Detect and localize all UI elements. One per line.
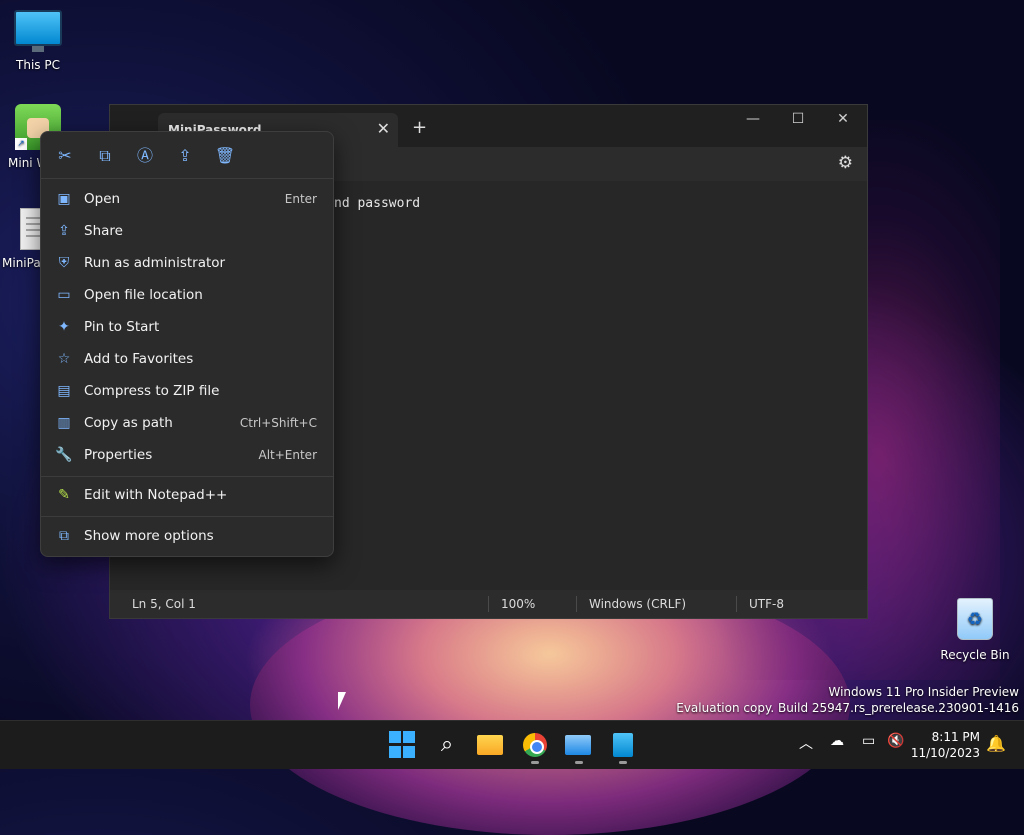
- menu-item-label: Open file location: [84, 287, 203, 303]
- menu-item-share[interactable]: ⇪ Share: [47, 216, 327, 246]
- onedrive-icon[interactable]: ☁: [830, 733, 844, 749]
- quick-actions-bar: ✂ ⧉ Ⓐ ⇪ 🗑: [41, 132, 333, 179]
- network-icon[interactable]: ▭: [862, 733, 875, 749]
- status-bar: Ln 5, Col 1 100% Windows (CRLF) UTF-8: [110, 590, 867, 618]
- chevron-up-icon[interactable]: ︿: [799, 733, 813, 753]
- menu-item-label: Edit with Notepad++: [84, 487, 228, 503]
- folder-icon: ▭: [57, 287, 71, 303]
- desktop-icon-label: This PC: [16, 58, 60, 72]
- new-tab-button[interactable]: +: [412, 117, 427, 138]
- clock-time: 8:11 PM: [931, 730, 980, 744]
- menu-item-label: Run as administrator: [84, 255, 226, 271]
- running-indicator: [575, 761, 583, 764]
- desktop-icon-recycle-bin[interactable]: ♻ Recycle Bin: [937, 598, 1013, 662]
- menu-item-shortcut: Enter: [284, 192, 317, 206]
- close-window-icon[interactable]: ✕: [828, 111, 858, 127]
- mouse-cursor: [338, 692, 346, 710]
- clock-date: 11/10/2023: [910, 746, 980, 760]
- desktop-icon-this-pc[interactable]: This PC: [0, 10, 76, 72]
- context-menu: ✂ ⧉ Ⓐ ⇪ 🗑 ▣ Open Enter ⇪ Share ⛨ Run as …: [40, 131, 334, 557]
- menu-item-properties[interactable]: 🔧 Properties Alt+Enter: [47, 440, 327, 470]
- menu-item-label: Compress to ZIP file: [84, 383, 220, 399]
- copy-icon[interactable]: ⧉: [91, 144, 119, 168]
- notepadpp-icon: ✎: [58, 487, 70, 503]
- search-icon[interactable]: ⌕: [433, 731, 461, 759]
- shield-icon: ⛨: [58, 255, 70, 271]
- cursor-position: Ln 5, Col 1: [132, 597, 196, 611]
- cut-icon[interactable]: ✂: [51, 144, 79, 168]
- clock[interactable]: 8:11 PM 11/10/2023: [911, 729, 980, 761]
- menu-item-shortcut: Alt+Enter: [258, 448, 317, 462]
- menu-item-label: Pin to Start: [84, 319, 160, 335]
- menu-item-label: Open: [84, 191, 121, 207]
- menu-item-label: Add to Favorites: [84, 351, 194, 367]
- menu-item-shortcut: Ctrl+Shift+C: [239, 416, 317, 430]
- menu-item-label: Properties: [84, 447, 153, 463]
- line-ending[interactable]: Windows (CRLF): [589, 597, 686, 611]
- menu-item-label: Copy as path: [84, 415, 173, 431]
- watermark-build: Evaluation copy. Build 25947.rs_prerelea…: [676, 701, 1019, 715]
- menu-item-compress-zip[interactable]: ▤ Compress to ZIP file: [47, 376, 327, 406]
- pin-icon: ✦: [58, 319, 70, 335]
- minimize-icon[interactable]: —: [738, 111, 768, 127]
- remote-desktop-icon[interactable]: [565, 731, 593, 759]
- taskbar: ⌕ ︿ ☁ ▭ 🔇 8:11 PM 11/10/2023 🔔: [0, 720, 1024, 769]
- notepad-icon[interactable]: [609, 731, 637, 759]
- zoom-level[interactable]: 100%: [501, 597, 535, 611]
- maximize-icon[interactable]: ☐: [783, 111, 813, 127]
- menu-divider: [41, 516, 333, 517]
- delete-icon[interactable]: 🗑: [211, 144, 239, 168]
- share-icon: ⇪: [58, 223, 70, 239]
- desktop-icon-label: Recycle Bin: [940, 648, 1010, 662]
- menu-item-run-as-admin[interactable]: ⛨ Run as administrator: [47, 248, 327, 278]
- encoding[interactable]: UTF-8: [749, 597, 784, 611]
- settings-gear-icon[interactable]: ⚙: [838, 153, 853, 173]
- zip-icon: ▤: [57, 383, 71, 399]
- menu-item-copy-as-path[interactable]: ▥ Copy as path Ctrl+Shift+C: [47, 408, 327, 438]
- menu-item-label: Show more options: [84, 528, 214, 544]
- more-options-icon: ⧉: [59, 528, 69, 544]
- watermark-edition: Windows 11 Pro Insider Preview: [828, 685, 1019, 699]
- menu-item-add-to-favorites[interactable]: ☆ Add to Favorites: [47, 344, 327, 374]
- menu-item-edit-notepadpp[interactable]: ✎ Edit with Notepad++: [47, 480, 327, 510]
- menu-item-open-file-location[interactable]: ▭ Open file location: [47, 280, 327, 310]
- monitor-icon: [14, 10, 62, 52]
- notification-bell-icon[interactable]: 🔔: [986, 734, 1006, 753]
- running-indicator: [531, 761, 539, 764]
- volume-icon[interactable]: 🔇: [887, 733, 904, 749]
- menu-divider: [41, 476, 333, 477]
- file-explorer-icon[interactable]: [477, 731, 505, 759]
- editor-content: nd password: [334, 196, 421, 211]
- menu-item-open[interactable]: ▣ Open Enter: [47, 184, 327, 214]
- rename-icon[interactable]: Ⓐ: [131, 144, 159, 168]
- menu-item-pin-to-start[interactable]: ✦ Pin to Start: [47, 312, 327, 342]
- menu-item-show-more-options[interactable]: ⧉ Show more options: [47, 521, 327, 551]
- star-icon: ☆: [57, 351, 71, 367]
- open-icon: ▣: [57, 191, 71, 207]
- chrome-icon[interactable]: [521, 731, 549, 759]
- start-icon[interactable]: [389, 731, 417, 759]
- path-icon: ▥: [57, 415, 71, 431]
- wrench-icon: 🔧: [55, 447, 73, 463]
- close-tab-icon[interactable]: ✕: [377, 119, 390, 138]
- share-icon[interactable]: ⇪: [171, 144, 199, 168]
- running-indicator: [619, 761, 627, 764]
- recycle-bin-icon: ♻: [957, 598, 993, 640]
- menu-item-label: Share: [84, 223, 123, 239]
